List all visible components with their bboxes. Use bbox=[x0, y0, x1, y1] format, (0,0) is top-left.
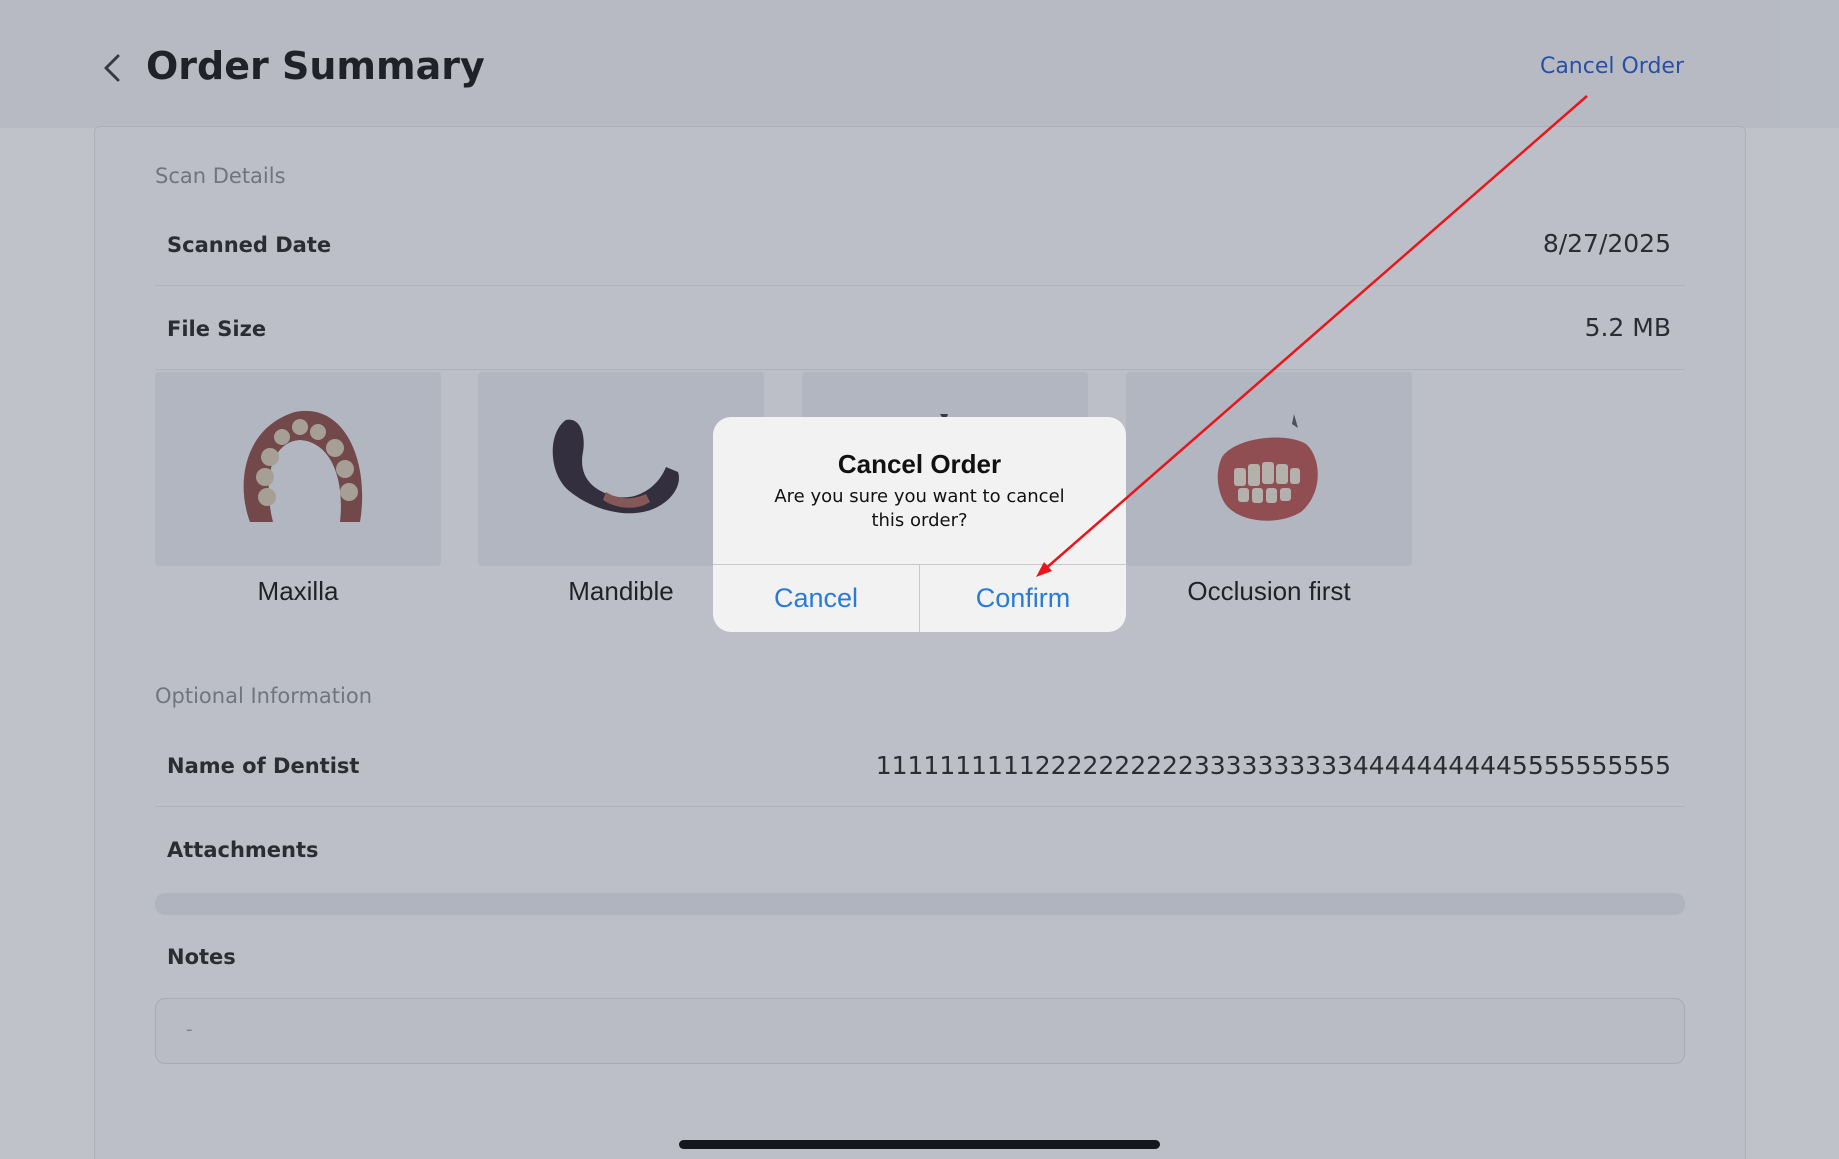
alert-cancel-button[interactable]: Cancel bbox=[713, 565, 919, 632]
cancel-order-alert: Cancel Order Are you sure you want to ca… bbox=[713, 417, 1126, 632]
alert-message: Are you sure you want to cancel this ord… bbox=[774, 486, 1065, 531]
alert-confirm-button[interactable]: Confirm bbox=[920, 565, 1126, 632]
alert-title: Cancel Order bbox=[837, 449, 1002, 479]
